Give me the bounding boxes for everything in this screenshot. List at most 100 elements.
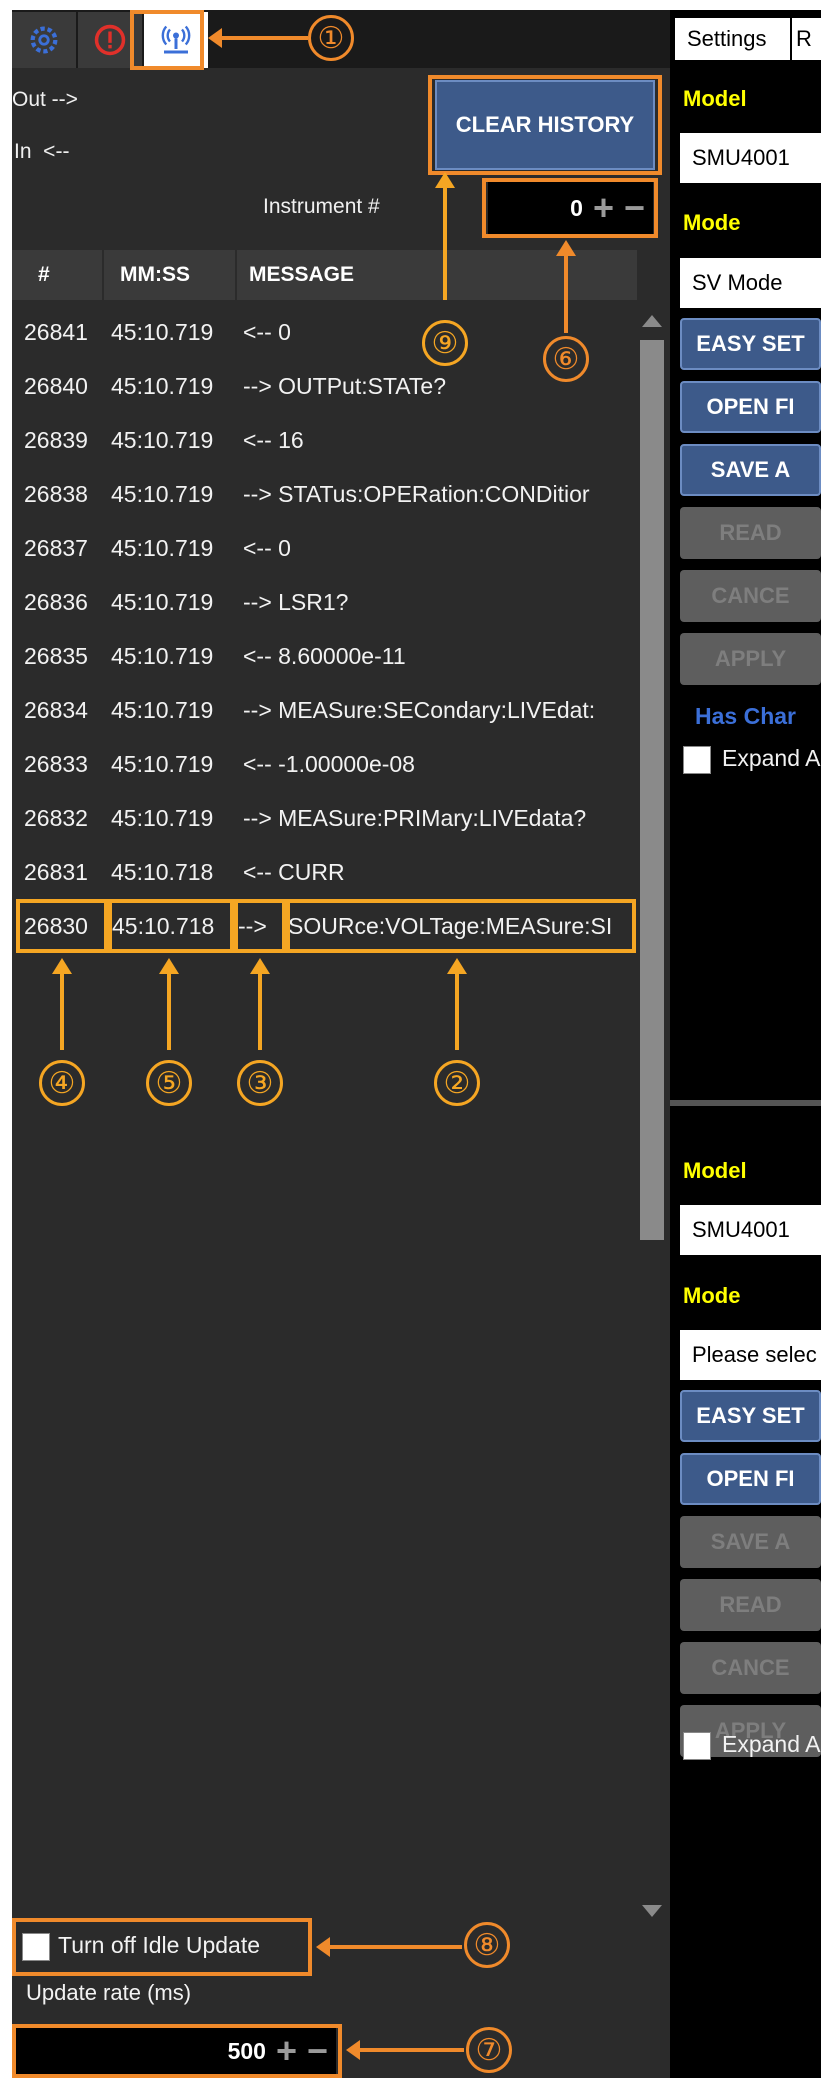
annotation-box-5	[108, 899, 234, 953]
table-row[interactable]: 26834 45:10.719 --> MEASure:SECondary:LIVE…	[12, 683, 637, 737]
table-row[interactable]: 26836 45:10.719 --> LSR1?	[12, 575, 637, 629]
row-number: 26838	[24, 480, 88, 507]
model-select[interactable]: SMU4001	[680, 1205, 821, 1255]
expand-all-checkbox[interactable]	[683, 746, 711, 774]
row-message: --> MEASure:SECondary:LIVEdat:	[243, 696, 596, 723]
annotation-box-8	[12, 1918, 312, 1976]
row-time: 45:10.719	[111, 318, 214, 345]
mode-label: Mode	[683, 1283, 741, 1308]
mode-select[interactable]: Please selec	[680, 1330, 821, 1380]
annotation-box-6	[482, 178, 658, 238]
annotation-box-3	[234, 899, 286, 953]
cancel-button[interactable]: CANCE	[680, 570, 821, 622]
row-number: 26840	[24, 372, 88, 399]
row-time: 45:10.718	[111, 858, 214, 885]
table-row[interactable]: 26837 45:10.719 <-- 0	[12, 521, 637, 575]
row-number: 26832	[24, 804, 88, 831]
scroll-down-icon[interactable]	[642, 1905, 662, 1917]
row-message: <-- 8.60000e-11	[243, 642, 406, 669]
annotation-1: ①	[308, 15, 354, 61]
row-number: 26841	[24, 318, 88, 345]
annotation-box-1	[130, 10, 204, 70]
save-as-button[interactable]: SAVE A	[680, 444, 821, 496]
easy-setup-button[interactable]: EASY SET	[680, 318, 821, 370]
tab-r[interactable]: R	[792, 18, 821, 60]
in-direction-label: In <--	[14, 140, 70, 163]
expand-all-label: Expand A	[722, 1731, 821, 1757]
annotation-arrow-1	[220, 36, 308, 40]
gear-icon	[30, 26, 58, 54]
annotation-2: ②	[434, 1060, 480, 1106]
tab-settings[interactable]: Settings	[675, 18, 790, 60]
col-header-message[interactable]: MESSAGE	[237, 250, 637, 300]
row-message: <-- CURR	[243, 858, 345, 885]
easy-setup-button[interactable]: EASY SET	[680, 1390, 821, 1442]
apply-button[interactable]: APPLY	[680, 633, 821, 685]
open-file-button[interactable]: OPEN FI	[680, 1453, 821, 1505]
tab-settings-icon[interactable]	[12, 12, 76, 68]
table-row[interactable]: 26840 45:10.719 --> OUTPut:STATe?	[12, 359, 637, 413]
model-select[interactable]: SMU4001	[680, 133, 821, 183]
row-number: 26836	[24, 588, 88, 615]
row-number: 26837	[24, 534, 88, 561]
row-message: <-- 16	[243, 426, 304, 453]
instrument-label: Instrument #	[263, 195, 380, 218]
row-number: 26831	[24, 858, 88, 885]
row-time: 45:10.719	[111, 696, 214, 723]
scroll-thumb[interactable]	[640, 340, 664, 1240]
log-table-header: # MM:SS MESSAGE	[12, 250, 637, 300]
row-time: 45:10.719	[111, 750, 214, 777]
mode-select[interactable]: SV Mode	[680, 258, 821, 308]
annotation-box-2	[286, 899, 636, 953]
mode-label: Mode	[683, 210, 741, 235]
row-time: 45:10.719	[111, 534, 214, 561]
has-changes-label: Has Char	[695, 703, 796, 729]
row-message: --> MEASure:PRIMary:LIVEdata?	[243, 804, 587, 831]
model-label: Model	[683, 86, 747, 111]
alert-circle-icon	[94, 24, 126, 56]
annotation-box-4	[16, 899, 108, 953]
table-row[interactable]: 26839 45:10.719 <-- 16	[12, 413, 637, 467]
row-time: 45:10.719	[111, 642, 214, 669]
table-row[interactable]: 26838 45:10.719 --> STATus:OPERation:CONDi…	[12, 467, 637, 521]
row-number: 26834	[24, 696, 88, 723]
panel-splitter[interactable]	[670, 1100, 821, 1106]
expand-all-checkbox[interactable]	[683, 1732, 711, 1760]
open-file-button[interactable]: OPEN FI	[680, 381, 821, 433]
expand-all-label: Expand A	[722, 745, 821, 771]
annotation-9: ⑨	[422, 320, 468, 366]
annotation-5: ⑤	[146, 1060, 192, 1106]
row-time: 45:10.719	[111, 372, 214, 399]
read-button[interactable]: READ	[680, 507, 821, 559]
table-row[interactable]: 26831 45:10.718 <-- CURR	[12, 845, 637, 899]
save-as-button[interactable]: SAVE A	[680, 1516, 821, 1568]
row-message: <-- -1.00000e-08	[243, 750, 415, 777]
col-header-number[interactable]: #	[12, 250, 104, 300]
out-direction-label: Out -->	[12, 88, 78, 111]
row-time: 45:10.719	[111, 588, 214, 615]
scroll-up-icon[interactable]	[642, 315, 662, 327]
row-number: 26835	[24, 642, 88, 669]
col-header-time[interactable]: MM:SS	[104, 250, 237, 300]
cancel-button[interactable]: CANCE	[680, 1642, 821, 1694]
annotation-8: ⑧	[464, 1922, 510, 1968]
row-message: <-- 0	[243, 534, 291, 561]
annotation-box-7	[12, 2024, 342, 2078]
row-number: 26839	[24, 426, 88, 453]
row-message: --> LSR1?	[243, 588, 349, 615]
row-time: 45:10.719	[111, 426, 214, 453]
read-button[interactable]: READ	[680, 1579, 821, 1631]
annotation-6: ⑥	[543, 336, 589, 382]
annotation-7: ⑦	[466, 2027, 512, 2073]
annotation-3: ③	[237, 1060, 283, 1106]
row-time: 45:10.719	[111, 480, 214, 507]
model-label: Model	[683, 1158, 747, 1183]
annotation-box-9	[428, 75, 662, 175]
table-row[interactable]: 26835 45:10.719 <-- 8.60000e-11	[12, 629, 637, 683]
row-message: --> STATus:OPERation:CONDitior	[243, 480, 590, 507]
table-row[interactable]: 26833 45:10.719 <-- -1.00000e-08	[12, 737, 637, 791]
table-row[interactable]: 26832 45:10.719 --> MEASure:PRIMary:LIVEda…	[12, 791, 637, 845]
row-time: 45:10.719	[111, 804, 214, 831]
row-number: 26833	[24, 750, 88, 777]
annotation-4: ④	[39, 1060, 85, 1106]
